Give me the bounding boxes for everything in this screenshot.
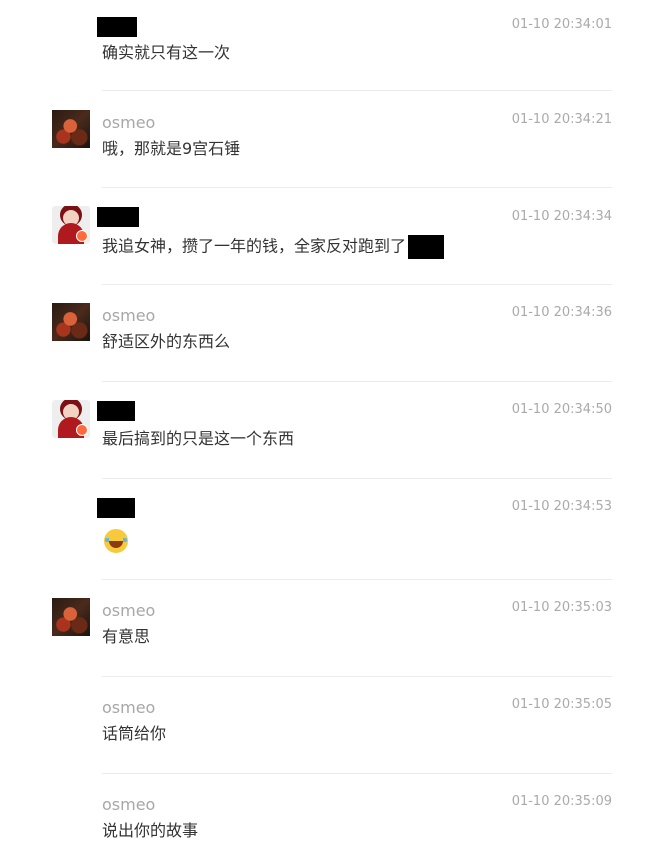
avatar-badge [76, 424, 88, 436]
laughing-tears-emoji [104, 529, 128, 553]
message-text: 说出你的故事 [102, 821, 199, 840]
message-timestamp: 01-10 20:34:50 [511, 402, 612, 417]
avatar[interactable] [52, 598, 90, 636]
username[interactable]: osmeo [102, 601, 155, 621]
message-text: 最后搞到的只是这一个东西 [102, 429, 295, 448]
avatar[interactable] [52, 303, 90, 341]
redacted-username [97, 498, 135, 518]
message-timestamp: 01-10 20:34:53 [511, 499, 612, 514]
message-text: 确实就只有这一次 [102, 43, 231, 62]
message-divider [102, 579, 612, 580]
message-divider [102, 773, 612, 774]
message-timestamp: 01-10 20:35:09 [511, 794, 612, 809]
message-text: 话筒给你 [102, 724, 167, 743]
username[interactable]: osmeo [102, 306, 155, 326]
message-text: 有意思 [102, 627, 151, 646]
message-text: 哦，那就是9宫石锤 [102, 139, 241, 158]
redacted-username [97, 401, 135, 421]
message-divider [102, 284, 612, 285]
message-timestamp: 01-10 20:34:01 [511, 17, 612, 32]
avatar-badge [76, 230, 88, 242]
message-timestamp: 01-10 20:34:36 [511, 305, 612, 320]
avatar[interactable] [52, 400, 90, 438]
message-timestamp: 01-10 20:35:05 [511, 697, 612, 712]
username[interactable]: osmeo [102, 698, 155, 718]
message-text: 我追女神，攒了一年的钱，全家反对跑到了 [102, 236, 407, 256]
message-text: 舒适区外的东西么 [102, 332, 231, 351]
message-divider [102, 381, 612, 382]
avatar[interactable] [52, 110, 90, 148]
message-divider [102, 676, 612, 677]
redacted-word [408, 235, 445, 259]
redacted-username [97, 17, 137, 37]
redacted-username [97, 207, 139, 227]
username[interactable]: osmeo [102, 795, 155, 815]
message-divider [102, 478, 612, 479]
message-body [102, 529, 128, 559]
username[interactable]: osmeo [102, 113, 155, 133]
message-divider [102, 187, 612, 188]
avatar[interactable] [52, 206, 90, 244]
message-divider [102, 90, 612, 91]
message-body: 我追女神，攒了一年的钱，全家反对跑到了 [102, 235, 445, 259]
chat-log: 01-10 20:34:01 确实就只有这一次 osmeo 01-10 20:3… [0, 0, 660, 851]
message-timestamp: 01-10 20:34:21 [511, 112, 612, 127]
message-timestamp: 01-10 20:34:34 [511, 209, 612, 224]
message-timestamp: 01-10 20:35:03 [511, 600, 612, 615]
